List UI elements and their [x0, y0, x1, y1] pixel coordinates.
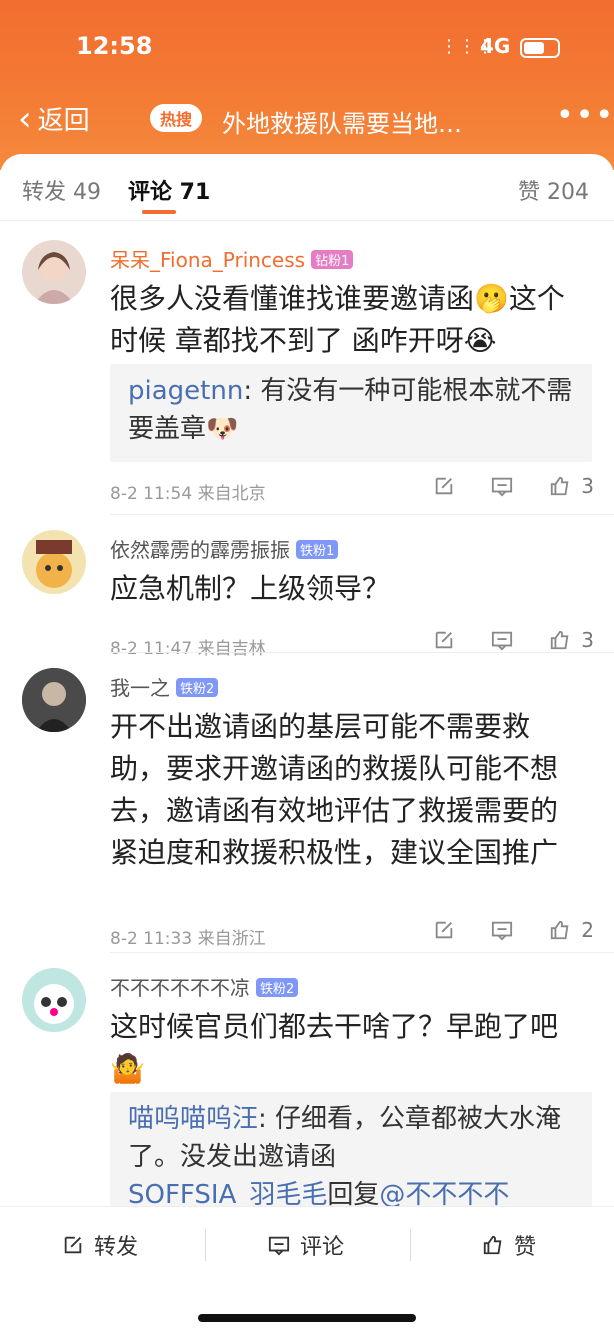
comment-text: 很多人没看懂谁找谁要邀请函🫢这个时候 章都找不到了 函咋开呀😭: [110, 282, 565, 357]
comment-text: 开不出邀请函的基层可能不需要救助，要求开邀请函的救援队可能不想去，邀请函有效地评…: [110, 710, 559, 869]
like-comment-button[interactable]: 2: [549, 918, 594, 942]
divider: [410, 1229, 411, 1261]
reply-preview[interactable]: piagetnn: 有没有一种可能根本就不需要盖章🐶: [110, 364, 592, 462]
tab-repost[interactable]: 转发 49: [22, 174, 101, 206]
comment-actions: 3: [433, 474, 594, 498]
content-sheet: 转发 49 评论 71 赞 204 呆呆_Fiona_Princess 钻粉1 很…: [0, 154, 614, 1331]
divider: [110, 514, 614, 515]
reply-author[interactable]: piagetnn: [128, 376, 243, 406]
tab-bar: 转发 49 评论 71 赞 204: [0, 154, 614, 221]
reply-comment-button[interactable]: [491, 475, 513, 497]
like-comment-button[interactable]: 3: [549, 474, 594, 498]
chevron-left-icon: ‹: [18, 98, 32, 139]
comment-location: 来自浙江: [197, 929, 266, 949]
like-label: 赞: [514, 1235, 537, 1260]
top-navigation: ‹ 返回 热搜 外地救援队需要当地… •••: [0, 96, 614, 144]
network-type: 4G: [480, 34, 511, 58]
page-title: 外地救援队需要当地…: [222, 110, 462, 138]
commenter-name[interactable]: 依然霹雳的霹雳振振 铁粉1: [110, 534, 339, 563]
comment-button[interactable]: 评论: [268, 1229, 344, 1261]
commenter-name[interactable]: 我一之 铁粉2: [110, 672, 219, 701]
divider: [110, 652, 614, 653]
like-count: 3: [581, 474, 594, 498]
share-icon: [436, 921, 453, 939]
comment-location: 来自北京: [197, 484, 266, 504]
share-icon: [436, 477, 453, 495]
comment-icon: [492, 921, 513, 941]
thumbs-up-icon: [483, 1235, 502, 1255]
comment-meta: 8-2 11:47 来自吉林: [110, 634, 266, 659]
commenter-name[interactable]: 呆呆_Fiona_Princess 钻粉1: [110, 244, 354, 273]
comment-icon: [492, 631, 513, 651]
thumbs-up-icon: [551, 630, 569, 650]
comment-label: 评论: [300, 1235, 345, 1260]
hot-search-badge: 热搜: [150, 104, 203, 132]
more-options-icon[interactable]: •••: [556, 98, 614, 133]
commenter-name-text: 我一之: [110, 676, 170, 700]
comment-text: 这时候官员们都去干啥了？早跑了吧🤷: [110, 1010, 559, 1085]
tab-likes[interactable]: 赞 204: [518, 174, 589, 206]
share-comment-button[interactable]: [433, 919, 455, 941]
header-bar: 12:58 ⋮⋮⋮ 4G ‹ 返回 热搜 外地救援队需要当地… •••: [0, 0, 614, 170]
active-tab-indicator: [142, 210, 176, 214]
avatar[interactable]: [22, 668, 86, 732]
comment-time: 8-2 11:33: [110, 929, 193, 949]
share-icon: [64, 1236, 82, 1254]
avatar[interactable]: [22, 530, 86, 594]
commenter-name[interactable]: 不不不不不不凉 铁粉2: [110, 972, 299, 1001]
back-button[interactable]: ‹ 返回: [18, 100, 90, 137]
back-label: 返回: [37, 106, 90, 136]
reply-comment-button[interactable]: [491, 919, 513, 941]
like-count: 2: [581, 918, 594, 942]
comment-time: 8-2 11:54: [110, 484, 193, 504]
fan-badge: 铁粉2: [256, 978, 299, 997]
tab-comments[interactable]: 评论 71: [128, 174, 210, 206]
like-button[interactable]: 赞: [482, 1229, 536, 1261]
fan-badge: 铁粉2: [176, 678, 219, 697]
status-time: 12:58: [76, 32, 153, 60]
commenter-name-text: 不不不不不不凉: [110, 976, 250, 1000]
repost-button[interactable]: 转发: [62, 1229, 138, 1261]
reply-comment-button[interactable]: [491, 629, 513, 651]
commenter-name-text: 呆呆_Fiona_Princess: [110, 248, 306, 272]
reply-preview[interactable]: 喵呜喵呜汪: 仔细看，公章都被大水淹了。没发出邀请函 SOFFSIA_羽毛毛回复…: [110, 1092, 592, 1212]
comment-icon: [492, 477, 513, 497]
battery-icon: [520, 38, 560, 58]
comment-meta: 8-2 11:33 来自浙江: [110, 924, 266, 949]
fan-badge: 钻粉1: [311, 250, 354, 269]
comment-text: 应急机制？上级领导？: [110, 572, 391, 605]
divider: [110, 952, 614, 953]
comment-actions: 2: [433, 918, 594, 942]
divider: [205, 1229, 206, 1261]
like-comment-button[interactable]: 3: [549, 628, 594, 652]
repost-label: 转发: [94, 1235, 139, 1260]
comment-location: 来自吉林: [197, 639, 266, 659]
thumbs-up-icon: [551, 476, 569, 496]
comment-meta: 8-2 11:54 来自北京: [110, 479, 266, 504]
home-indicator: [198, 1314, 416, 1322]
reply-author[interactable]: 喵呜喵呜汪: [128, 1104, 258, 1134]
avatar[interactable]: [22, 968, 86, 1032]
avatar[interactable]: [22, 240, 86, 304]
commenter-name-text: 依然霹雳的霹雳振振: [110, 538, 290, 562]
comment-actions: 3: [433, 628, 594, 652]
share-icon: [436, 631, 453, 649]
fan-badge: 铁粉1: [296, 540, 339, 559]
share-comment-button[interactable]: [433, 475, 455, 497]
share-comment-button[interactable]: [433, 629, 455, 651]
like-count: 3: [581, 628, 594, 652]
thumbs-up-icon: [551, 920, 569, 940]
status-bar: 12:58 ⋮⋮⋮ 4G: [0, 28, 614, 68]
comment-icon: [268, 1236, 290, 1256]
comment-time: 8-2 11:47: [110, 639, 193, 659]
